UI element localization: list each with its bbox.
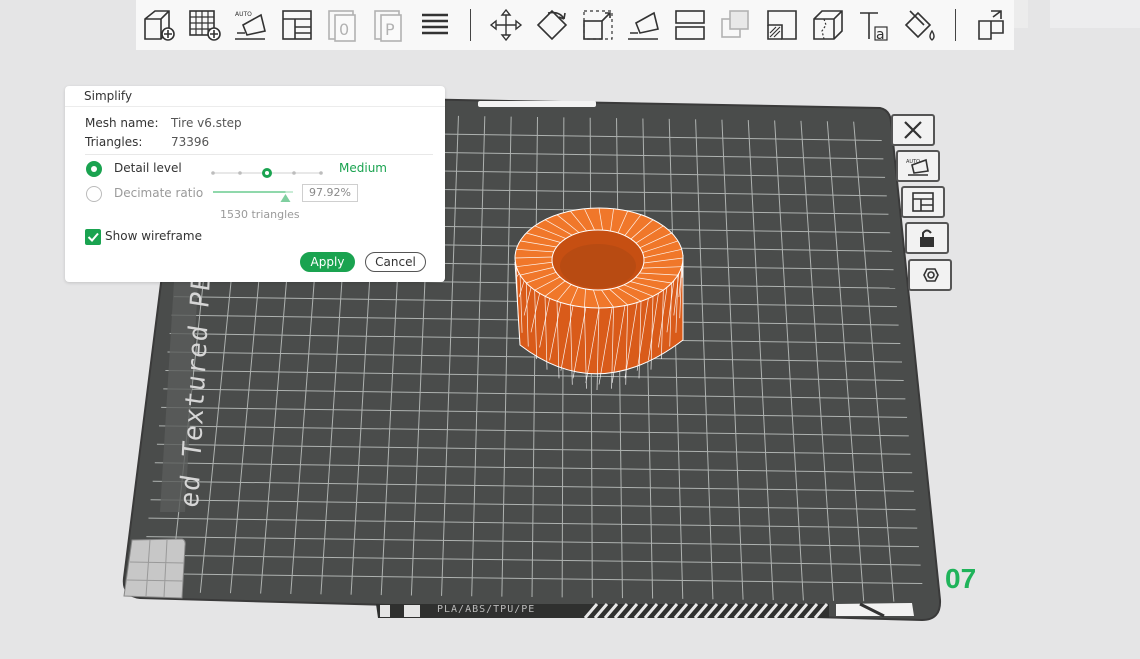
mesh-name-row: Mesh name: Tire v6.step <box>85 116 242 130</box>
svg-text:AUTO: AUTO <box>906 159 920 165</box>
auto-orient-plate-icon: AUTO <box>906 158 929 176</box>
svg-text:P: P <box>385 20 395 39</box>
move-icon <box>489 8 523 42</box>
decimate-ratio-slider[interactable] <box>211 186 295 204</box>
support-paint-icon <box>767 10 797 40</box>
slider-tick <box>238 171 242 175</box>
lay-on-face-icon <box>628 11 659 40</box>
add-cube-button[interactable] <box>139 5 179 45</box>
seam-paint-icon <box>813 10 843 40</box>
detail-level-label: Detail level <box>114 161 182 175</box>
color-paint-button[interactable] <box>900 5 940 45</box>
show-wireframe-label: Show wireframe <box>105 229 202 243</box>
background-ghost <box>1050 0 1140 28</box>
rotate-icon <box>536 9 568 41</box>
cut-button[interactable] <box>670 5 710 45</box>
lay-on-face-button[interactable] <box>624 5 664 45</box>
add-plate-icon <box>189 10 221 41</box>
slider-handle <box>280 194 291 202</box>
plate-handle <box>478 101 596 107</box>
detail-level-value: Medium <box>339 161 387 175</box>
plate-strip-text: PLA/ABS/TPU/PE <box>437 604 536 615</box>
slice-plate-icon: 0 <box>328 10 356 42</box>
simplify-dialog: Simplify Mesh name: Tire v6.step Triangle… <box>65 86 445 282</box>
mesh-name-value: Tire v6.step <box>171 116 242 130</box>
decimate-ratio-input[interactable]: 97.92% <box>302 184 358 202</box>
print-plate-button[interactable]: P <box>369 5 409 45</box>
support-paint-button[interactable] <box>762 5 802 45</box>
detail-level-slider[interactable] <box>211 167 323 179</box>
auto-orient-plate-button[interactable]: AUTO <box>896 150 940 182</box>
move-button[interactable] <box>486 5 526 45</box>
layers-button[interactable] <box>415 5 455 45</box>
print-plate-icon: P <box>374 10 402 42</box>
checkmark-icon <box>87 232 99 242</box>
layers-icon <box>422 13 448 35</box>
dialog-title: Simplify <box>65 86 445 107</box>
add-plate-button[interactable] <box>185 5 225 45</box>
slice-plate-button[interactable]: 0 <box>323 5 363 45</box>
toolbar-separator <box>470 9 471 41</box>
divider <box>85 154 433 155</box>
detail-level-radio[interactable] <box>86 161 102 177</box>
auto-orient-button[interactable]: AUTO <box>231 5 271 45</box>
slider-tick <box>292 171 296 175</box>
plate-settings-icon <box>923 268 939 282</box>
close-x-icon <box>904 121 922 139</box>
slider-handle-dot <box>265 171 269 175</box>
toolbar-separator <box>955 9 956 41</box>
color-paint-icon <box>904 10 935 41</box>
main-toolbar: AUTO 0 P a <box>136 0 1014 50</box>
cut-icon <box>675 10 705 40</box>
remove-plate-button[interactable] <box>891 114 935 146</box>
scale-button[interactable] <box>578 5 618 45</box>
arrange-icon <box>282 10 312 40</box>
arrange-plate-icon <box>912 192 934 212</box>
text-icon: a <box>860 12 888 43</box>
decimate-ratio-radio[interactable] <box>86 186 102 202</box>
svg-text:AUTO: AUTO <box>235 11 252 18</box>
lock-plate-button[interactable] <box>905 222 949 254</box>
cancel-button[interactable]: Cancel <box>365 252 426 272</box>
plate-number: 07 <box>945 563 977 594</box>
decimate-ratio-label: Decimate ratio <box>114 186 204 200</box>
result-triangles: 1530 triangles <box>220 208 300 221</box>
slider-tick <box>211 171 215 175</box>
auto-orient-icon: AUTO <box>235 11 266 40</box>
triangles-row: Triangles: 73396 <box>85 135 209 149</box>
triangles-label: Triangles: <box>85 135 143 149</box>
add-cube-icon <box>144 10 175 41</box>
boolean-icon <box>721 10 749 38</box>
svg-text:0: 0 <box>339 20 349 39</box>
arrange-button[interactable] <box>277 5 317 45</box>
mesh-name-label: Mesh name: <box>85 116 159 130</box>
plate-settings-button[interactable] <box>908 259 952 291</box>
slider-tick <box>319 171 323 175</box>
arrange-plate-button[interactable] <box>901 186 945 218</box>
lock-icon <box>920 229 934 247</box>
seam-paint-button[interactable] <box>808 5 848 45</box>
assembly-icon <box>978 10 1004 40</box>
scale-icon <box>583 10 613 40</box>
show-wireframe-checkbox[interactable] <box>85 229 101 245</box>
apply-button[interactable]: Apply <box>300 252 355 272</box>
text-tool-button[interactable]: a <box>854 5 894 45</box>
assembly-button[interactable] <box>971 5 1011 45</box>
boolean-button[interactable] <box>716 5 756 45</box>
triangles-value: 73396 <box>171 135 210 149</box>
rotate-button[interactable] <box>532 5 572 45</box>
